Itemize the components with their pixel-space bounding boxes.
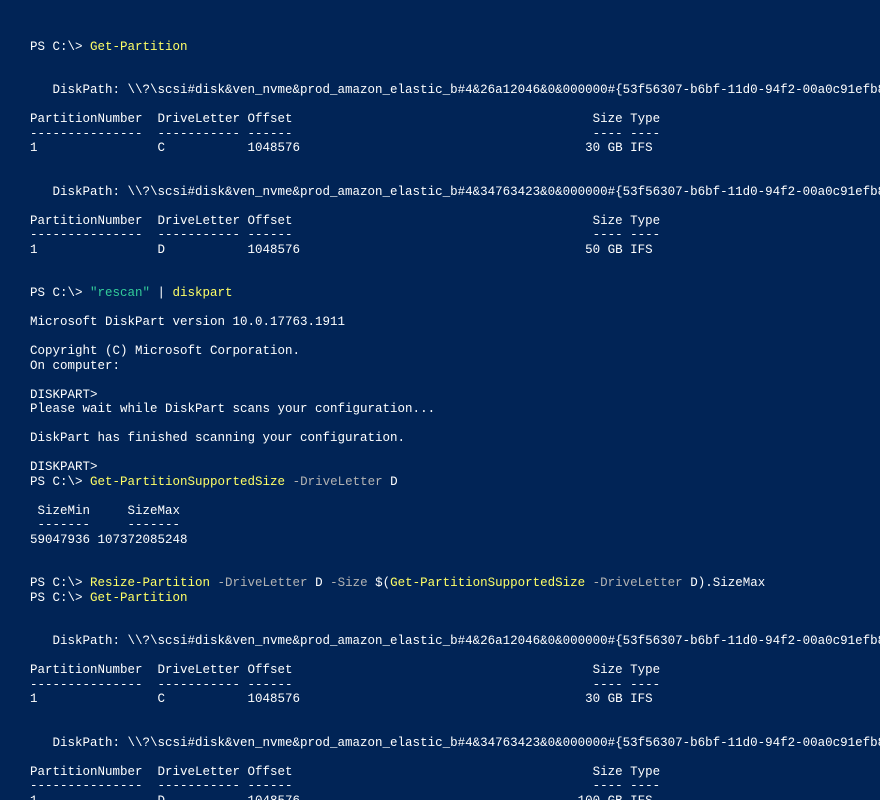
diskpath-4: DiskPath: \\?\scsi#disk&ven_nvme&prod_am… [30,736,880,750]
diskpath-3: DiskPath: \\?\scsi#disk&ven_nvme&prod_am… [30,634,880,648]
diskpart-version: Microsoft DiskPart version 10.0.17763.19… [30,315,345,329]
diskpart-command: diskpart [173,286,233,300]
param-size: -Size [323,576,376,590]
cmdlet-get-partitionsupportedsize: Get-PartitionSupportedSize [90,475,285,489]
cmdlet-resize-partition: Resize-Partition [90,576,210,590]
string-literal: "rescan" [90,286,150,300]
ps-prompt: PS C:\> [30,475,90,489]
ps-prompt: PS C:\> [30,591,90,605]
cmdlet-get-partitionsupportedsize: Get-PartitionSupportedSize [390,576,585,590]
diskpart-prompt: DISKPART> [30,460,98,474]
diskpath-1: DiskPath: \\?\scsi#disk&ven_nvme&prod_am… [30,83,880,97]
cmdlet-get-partition: Get-Partition [90,40,188,54]
size-header: SizeMin SizeMax [30,504,180,518]
diskpart-prompt: DISKPART> [30,388,98,402]
param-driveletter: -DriveLetter [285,475,390,489]
partition-row: 1 D 1048576 50 GB IFS [30,243,653,257]
size-row: 59047936 107372085248 [30,533,188,547]
param-driveletter: -DriveLetter [585,576,690,590]
cmdlet-get-partition: Get-Partition [90,591,188,605]
partition-row: 1 D 1048576 100 GB IFS [30,794,653,800]
ps-prompt: PS C:\> [30,576,90,590]
ps-prompt: PS C:\> [30,40,90,54]
diskpath-2: DiskPath: \\?\scsi#disk&ven_nvme&prod_am… [30,185,880,199]
powershell-terminal[interactable]: PS C:\> Get-Partition DiskPath: \\?\scsi… [30,40,880,800]
param-driveletter: -DriveLetter [210,576,315,590]
ps-prompt: PS C:\> [30,286,90,300]
partition-header: PartitionNumber DriveLetter Offset Size … [30,112,660,126]
partition-row: 1 C 1048576 30 GB IFS [30,141,653,155]
partition-row: 1 C 1048576 30 GB IFS [30,692,653,706]
